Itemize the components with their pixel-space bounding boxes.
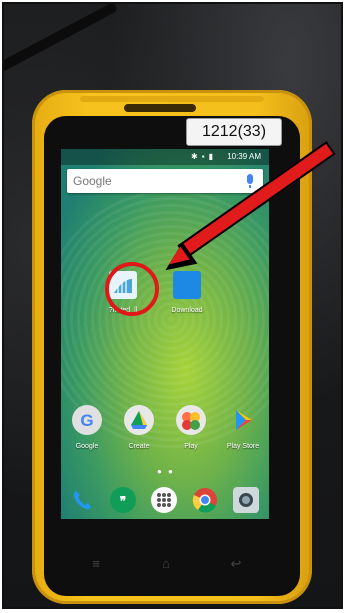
row-app-label: Google [75,443,99,450]
google-icon: G [72,405,102,435]
status-bar: ✱▪▮ 10:39 AM [61,149,269,165]
annotation-circle [105,262,159,316]
app-drawer-icon[interactable] [151,487,177,513]
drive-icon [124,405,154,435]
phone-earpiece [124,104,196,112]
status-time: 10:39 AM [227,152,261,161]
page-indicator: ● ● [157,467,175,476]
hangouts-icon[interactable]: ❞ [110,487,136,513]
svg-text:❞: ❞ [120,494,126,508]
play-folder-icon [176,405,206,435]
menu-icon[interactable]: ≡ [84,556,108,571]
svg-text:G: G [80,411,93,430]
dock: ❞ [61,479,269,519]
row-app-google[interactable]: G Google [63,405,111,450]
home-app-label: Download [171,307,203,314]
search-brand: Google [73,174,112,188]
photo-frame: 1212(33) ✱▪▮ 10:39 AM Google ?nated ll D… [2,2,343,609]
play-store-icon [228,405,258,435]
row-app-create[interactable]: Create [115,405,163,450]
camera-icon[interactable] [233,487,259,513]
back-icon[interactable]: ↩ [224,556,248,572]
navigation-bar: ≡ ⌂ ↩ [62,552,270,576]
row-app-label: Play [184,443,198,450]
row-app-label: Play Store [226,443,260,450]
device-tag-label: 1212(33) [186,118,282,146]
status-icons: ✱▪▮ [191,152,217,161]
mic-icon[interactable] [247,174,253,188]
phone-top-bumper [80,96,264,102]
row-app-play-store[interactable]: Play Store [219,405,267,450]
chrome-icon[interactable] [192,487,218,513]
row-app-label: Create [128,443,150,450]
home-icon[interactable]: ⌂ [154,556,178,571]
row-app-play[interactable]: Play [167,405,215,450]
phone-icon[interactable] [69,487,95,513]
google-search-widget[interactable]: Google [67,169,263,193]
